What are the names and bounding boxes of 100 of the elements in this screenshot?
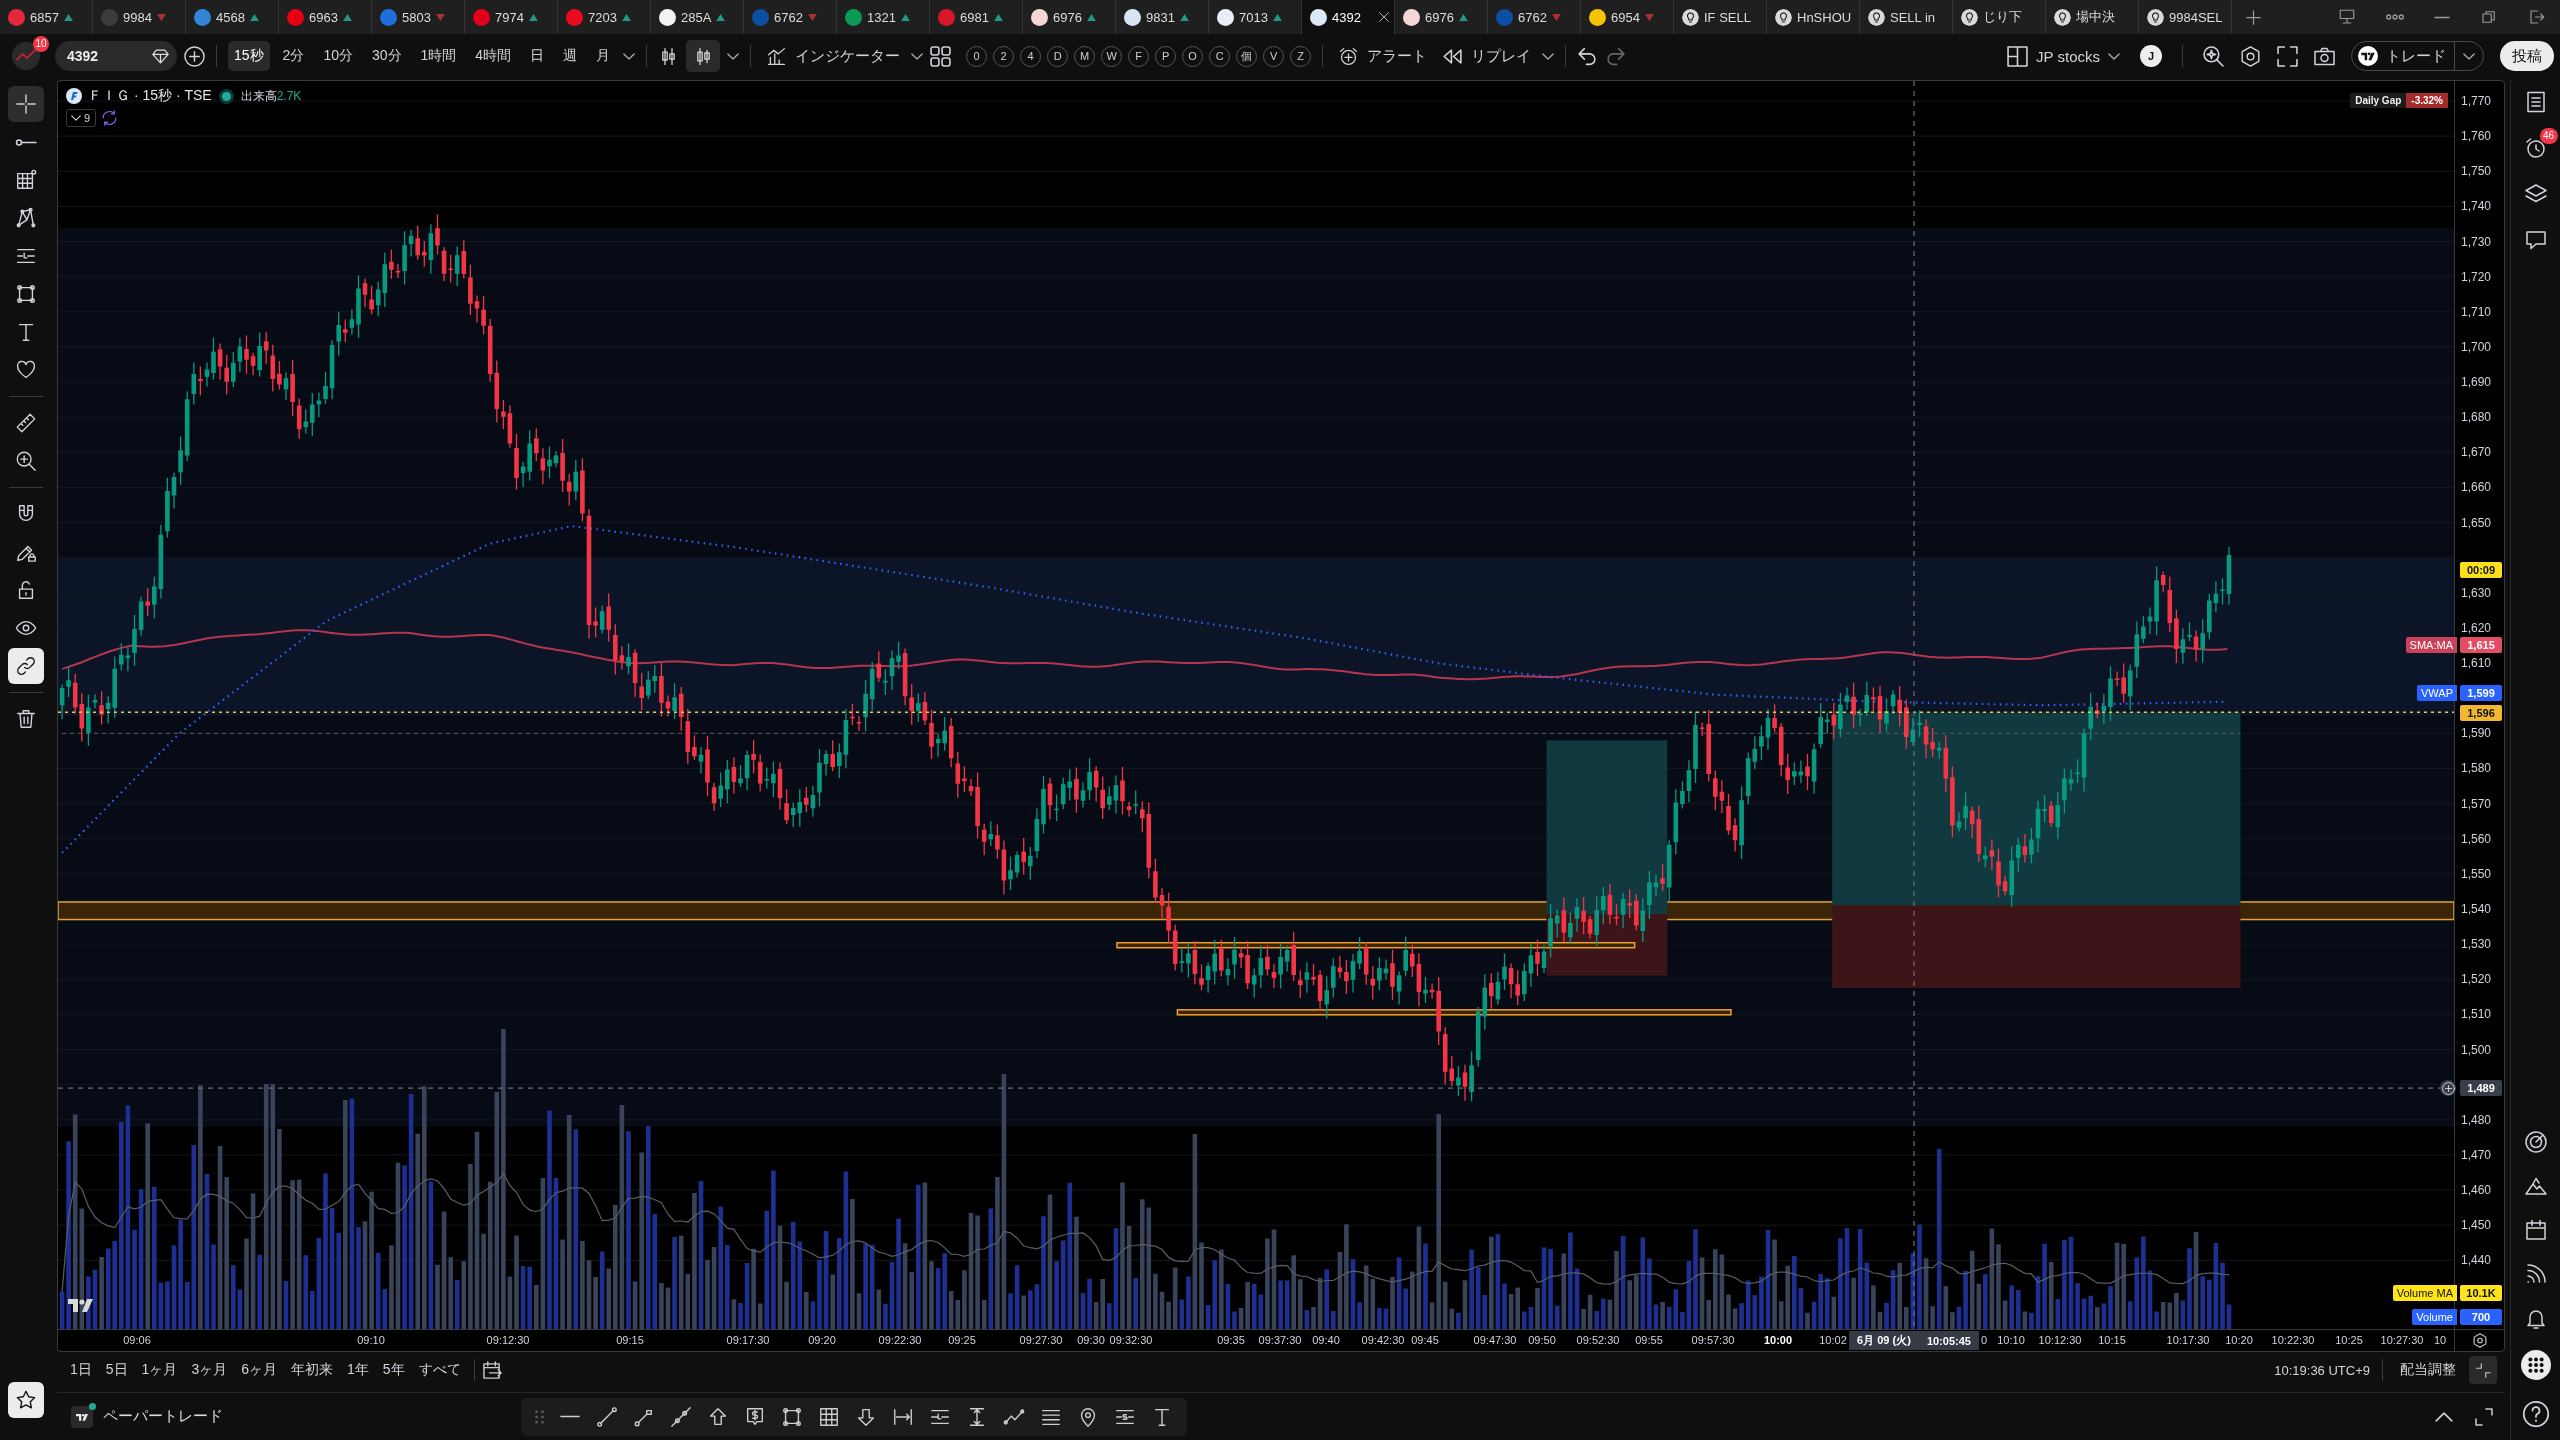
range-button[interactable]: すべて [413,1357,466,1383]
interval-button[interactable]: 30分 [365,41,408,71]
indicator-label: Volume MA [2392,1285,2457,1301]
favorite-button[interactable] [8,1382,44,1418]
alert-button[interactable]: アラート [1334,40,1432,72]
range-button[interactable]: 6ヶ月 [236,1357,282,1383]
user-avatar[interactable]: J [2140,45,2162,67]
time-label: 10:25 [2335,1334,2363,1346]
caret-icon[interactable] [623,52,636,60]
settings-icon[interactable] [2472,1333,2487,1348]
search-icon[interactable] [2203,45,2224,67]
crosshair-icon [15,93,37,115]
chart-title[interactable]: ＦＩＧ · 15秒 · TSE [88,87,212,105]
caret-icon[interactable] [727,52,740,60]
notification-badge: 10 [33,36,49,52]
lightbulb-icon [1775,8,1792,26]
new-tab-plus-icon[interactable] [2246,9,2261,25]
camera-icon[interactable] [2314,45,2335,67]
chat-icon[interactable] [2523,228,2548,252]
collapse-panel-button[interactable] [2469,1356,2497,1384]
drag-handle-icon[interactable] [535,1409,544,1424]
rectangle-icon[interactable] [781,1405,803,1428]
clock-text: 10:19:36 UTC+9 [2274,1362,2370,1378]
redo-icon[interactable] [1605,45,1627,67]
close-icon[interactable] [1379,12,1389,22]
range-button[interactable]: 1日 [65,1357,97,1383]
time-label: 09:35 [1217,1334,1245,1346]
interval-button[interactable]: 1時間 [414,41,463,71]
arrow-up-icon[interactable] [707,1405,729,1428]
range-button[interactable]: 3ヶ月 [186,1357,233,1383]
undo-icon[interactable] [1577,45,1599,67]
price-label: 1,670 [2461,445,2492,460]
price-label: 1,750 [2461,164,2492,179]
replay-button[interactable]: リプレイ [1438,40,1536,72]
collapse-button[interactable]: 9 [66,109,97,127]
calendar-arrow-icon[interactable] [482,1360,502,1380]
drawing-tool-button[interactable] [8,86,44,122]
add-symbol-icon[interactable] [184,45,205,67]
expand-icon[interactable] [2475,1407,2493,1426]
paper-trading-tab[interactable]: ペーパートレード [103,1407,223,1426]
range-button[interactable]: 年初来 [286,1357,338,1383]
time-label: 0 [1980,1334,1988,1346]
interval-button[interactable]: 4時間 [469,41,518,71]
interval-button[interactable]: 週 [557,41,584,71]
restore-icon[interactable] [2480,8,2498,26]
help-icon[interactable] [2521,1400,2550,1428]
layout-button[interactable]: JP stocks [2003,40,2124,72]
price-label: 1,760 [2461,129,2492,144]
more-icon[interactable] [2386,14,2404,20]
extended-line-icon[interactable] [670,1405,692,1428]
adjustment-button[interactable]: 配当調整 [2395,1357,2461,1383]
time-label: 09:40 [1312,1334,1340,1346]
caret-icon[interactable] [911,52,924,60]
price-tag-icon[interactable] [744,1405,766,1428]
calendar-icon[interactable] [2523,1218,2548,1242]
monitor-icon[interactable] [2338,8,2356,26]
caret-icon[interactable] [1542,52,1555,60]
caret-up-icon[interactable] [2435,1411,2453,1422]
interval-button[interactable]: 月 [590,41,617,71]
minimize-icon[interactable] [2434,15,2450,19]
indicator-label: SMA:MA [2405,637,2457,653]
settings-icon[interactable] [2240,45,2261,67]
interval-button[interactable]: 10分 [317,41,359,71]
logo-icon [2358,46,2378,66]
target-icon[interactable] [2523,1130,2548,1154]
symbol-tab[interactable]: 4392 [1302,0,1395,34]
fullscreen-icon[interactable] [2277,45,2298,67]
time-label: 09:22:30 [878,1334,922,1346]
interval-button[interactable]: 日 [524,41,551,71]
time-label: 10:10 [1997,1334,2025,1346]
publish-button[interactable]: 投稿 [2500,41,2554,71]
chart-type-button[interactable] [686,40,721,72]
time-label: 10:02 [1819,1334,1847,1346]
price-label: 1,470 [2461,1147,2492,1162]
time-label: 09:50 [1528,1334,1556,1346]
indicator-chart-icon [766,45,788,67]
time-label: 09:32:30 [1109,1334,1153,1346]
time-label: 09:20 [808,1334,836,1346]
toggle-button[interactable] [8,648,44,684]
trend-line-icon[interactable] [596,1405,618,1428]
grid-icon[interactable] [930,45,952,67]
range-button[interactable]: 1年 [342,1357,374,1383]
collapse-icon [2475,1362,2491,1378]
symbol-search-field[interactable]: 4392 [55,41,177,71]
heart-icon [15,359,37,381]
indicators-button[interactable]: インジケーター [762,40,905,72]
range-button[interactable]: 1ヶ月 [136,1357,183,1383]
range-button[interactable]: 5年 [377,1357,410,1383]
apps-grid-icon[interactable] [2520,1350,2551,1380]
exit-icon[interactable] [2528,8,2546,26]
table-icon[interactable] [818,1405,840,1428]
time-label: 09:42:30 [1361,1334,1405,1346]
interval-button[interactable]: 2分 [276,41,311,71]
interval-button[interactable]: 15秒 [228,41,270,71]
diamond-icon[interactable] [152,48,169,64]
range-button[interactable]: 5日 [100,1357,133,1383]
horizontal-line-icon[interactable] [559,1415,581,1418]
refresh-icon[interactable] [102,110,118,126]
volume-value: 2.7K [276,89,302,103]
plus-circle-icon[interactable] [2440,1080,2456,1096]
